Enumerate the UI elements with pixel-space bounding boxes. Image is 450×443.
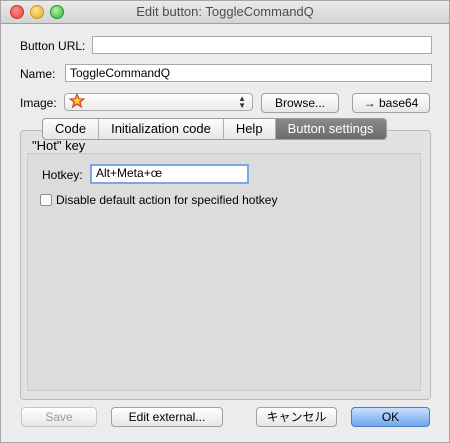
edit-button-dialog: Edit button: ToggleCommandQ Button URL: … — [0, 0, 450, 443]
name-input[interactable]: ToggleCommandQ — [65, 64, 432, 82]
base64-button[interactable]: → base64 — [352, 93, 430, 113]
tab-help[interactable]: Help — [224, 119, 276, 139]
tab-bar: Code Initialization code Help Button set… — [42, 118, 387, 140]
name-label: Name: — [20, 67, 56, 81]
save-button[interactable]: Save — [21, 407, 97, 427]
button-url-input[interactable] — [92, 36, 432, 54]
tab-code[interactable]: Code — [43, 119, 100, 139]
tab-initialization-code[interactable]: Initialization code — [99, 119, 224, 139]
button-url-label: Button URL: — [20, 39, 86, 53]
cancel-button[interactable]: キャンセル — [256, 407, 337, 427]
star-icon — [69, 93, 85, 109]
ok-button[interactable]: OK — [351, 407, 430, 427]
edit-external-button[interactable]: Edit external... — [111, 407, 223, 427]
hotkey-label: Hotkey: — [42, 168, 83, 182]
image-select[interactable]: ▲ ▼ — [64, 93, 253, 111]
image-label: Image: — [20, 96, 57, 110]
disable-default-action-label[interactable]: Disable default action for specified hot… — [56, 193, 277, 207]
chevron-updown-icon: ▲ ▼ — [238, 94, 246, 110]
tab-button-settings[interactable]: Button settings — [275, 119, 386, 139]
browse-button[interactable]: Browse... — [261, 93, 339, 113]
hot-key-group-title: "Hot" key — [32, 138, 86, 153]
disable-default-action-checkbox[interactable] — [40, 194, 52, 206]
hot-key-group — [27, 153, 421, 391]
window-title: Edit button: ToggleCommandQ — [136, 4, 314, 19]
hotkey-input[interactable]: Alt+Meta+œ — [90, 164, 249, 184]
title-bar: Edit button: ToggleCommandQ — [1, 1, 449, 24]
